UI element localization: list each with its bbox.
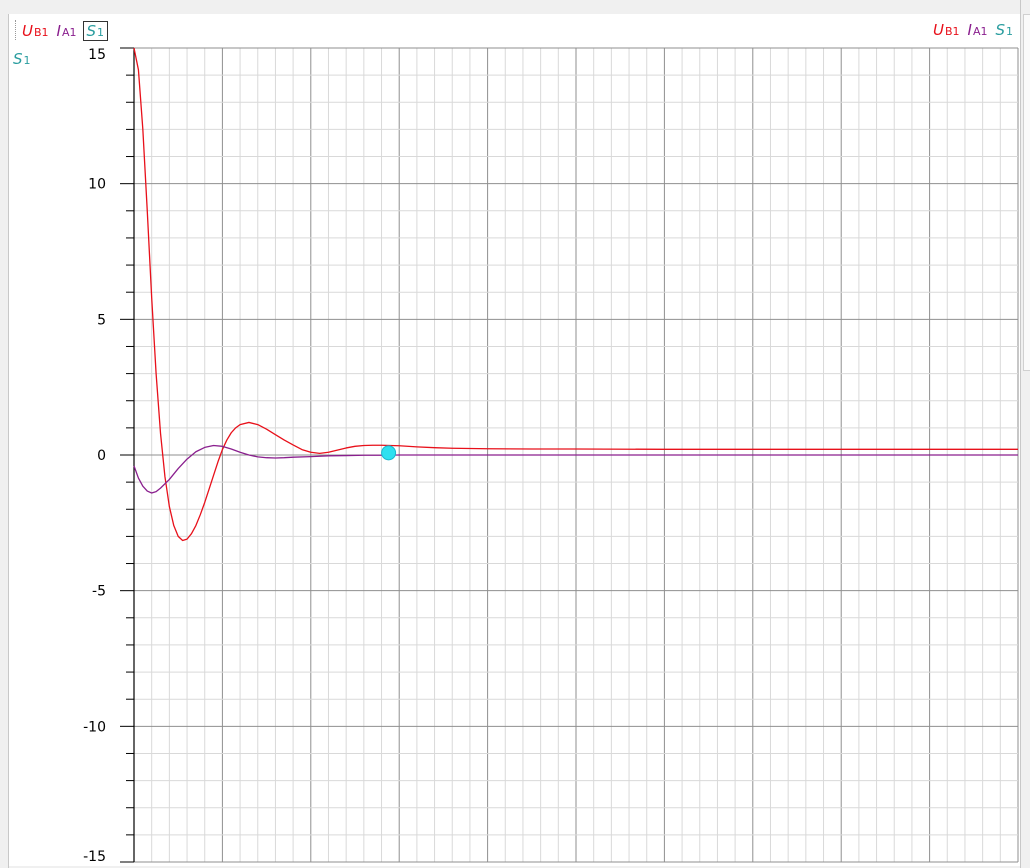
y-tick-label: 5	[97, 312, 106, 328]
window-top-bar	[0, 0, 1030, 15]
y-tick-label: -15	[83, 849, 106, 865]
chart-plot[interactable]: 15 10 5 0 -5 -10 -15	[9, 14, 1020, 866]
cursor-marker[interactable]	[381, 445, 397, 461]
y-tick-label: 10	[88, 177, 106, 193]
scrollbar-thumb[interactable]	[1023, 14, 1030, 371]
y-tick-label: 15	[88, 47, 106, 63]
vertical-scrollbar[interactable]	[1020, 0, 1030, 868]
left-panel-strip	[0, 14, 9, 868]
chart-panel: U B1 I A1 S1 U B1 I A1 S1 S1 15 10 5 0 -5 -10 -15	[9, 14, 1020, 866]
y-tick-label: -10	[83, 719, 106, 735]
y-tick-label: 0	[97, 448, 106, 464]
y-tick-label: -5	[92, 584, 106, 600]
